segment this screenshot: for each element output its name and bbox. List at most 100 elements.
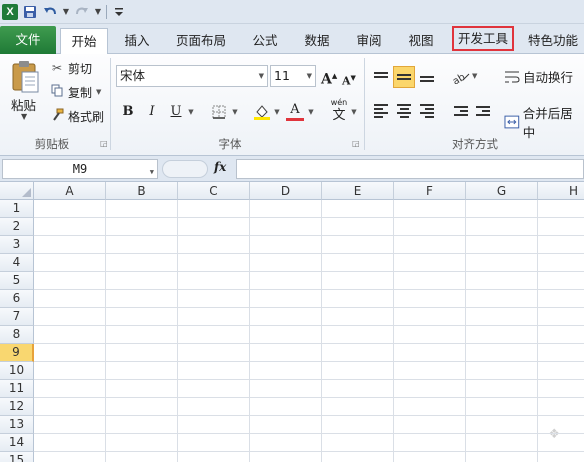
tab-special[interactable]: 特色功能 bbox=[528, 28, 584, 54]
formula-input[interactable] bbox=[236, 159, 584, 179]
formula-bar-splitter[interactable] bbox=[162, 160, 208, 178]
row-header[interactable]: 15 bbox=[0, 452, 34, 462]
align-left-icon[interactable] bbox=[370, 100, 392, 122]
font-launcher-icon[interactable]: ◲ bbox=[352, 139, 360, 148]
gridline bbox=[321, 200, 322, 462]
gridline bbox=[34, 379, 584, 380]
chevron-down-icon: ▼ bbox=[258, 72, 264, 80]
gridline bbox=[34, 397, 584, 398]
shrink-font-button[interactable]: A▼ bbox=[342, 67, 356, 89]
tab-insert[interactable]: 插入 bbox=[116, 28, 158, 54]
row-header[interactable]: 13 bbox=[0, 416, 34, 434]
row-header[interactable]: 14 bbox=[0, 434, 34, 452]
font-size-select[interactable]: 11 ▼ bbox=[270, 65, 316, 87]
watermark: ❖ bbox=[548, 427, 560, 442]
column-header[interactable]: G bbox=[466, 182, 538, 200]
fill-color-dropdown-icon[interactable]: ▼ bbox=[272, 101, 282, 123]
excel-icon[interactable]: X bbox=[2, 3, 18, 20]
format-painter-label: 格式刷 bbox=[68, 109, 105, 124]
fill-color-icon[interactable] bbox=[252, 101, 272, 123]
copy-button[interactable]: 复制 ▼ bbox=[50, 82, 101, 102]
undo-dropdown-icon[interactable]: ▼ bbox=[62, 4, 70, 20]
row-header[interactable]: 9 bbox=[0, 344, 34, 362]
align-middle-icon[interactable] bbox=[393, 66, 415, 88]
group-divider bbox=[364, 58, 365, 150]
clipboard-launcher-icon[interactable]: ◲ bbox=[100, 139, 108, 148]
select-all-button[interactable] bbox=[0, 182, 34, 200]
column-header[interactable]: C bbox=[178, 182, 250, 200]
worksheet-grid[interactable]: ❖ A B C D E F G H 1 2 3 4 5 6 7 8 9 10 11 12 13 14 15 bbox=[0, 182, 584, 462]
tab-developer[interactable]: 开发工具 bbox=[452, 26, 514, 51]
format-painter-button[interactable]: 格式刷 bbox=[50, 106, 104, 126]
gridline bbox=[34, 289, 584, 290]
tab-view[interactable]: 视图 bbox=[400, 28, 442, 54]
row-header[interactable]: 3 bbox=[0, 236, 34, 254]
wrap-text-button[interactable]: 自动换行 bbox=[504, 67, 573, 86]
borders-icon[interactable] bbox=[210, 101, 228, 123]
row-header[interactable]: 11 bbox=[0, 380, 34, 398]
row-header[interactable]: 2 bbox=[0, 218, 34, 236]
column-header[interactable]: F bbox=[394, 182, 466, 200]
tab-file[interactable]: 文件 bbox=[0, 26, 56, 54]
save-icon[interactable] bbox=[22, 4, 38, 20]
font-color-dropdown-icon[interactable]: ▼ bbox=[306, 101, 316, 123]
align-bottom-icon[interactable] bbox=[416, 66, 438, 88]
merge-center-button[interactable]: 合并后居中 bbox=[504, 103, 584, 141]
align-center-icon[interactable] bbox=[393, 100, 415, 122]
row-header[interactable]: 6 bbox=[0, 290, 34, 308]
column-header[interactable]: D bbox=[250, 182, 322, 200]
font-name-select[interactable]: 宋体 ▼ bbox=[116, 65, 268, 87]
row-header[interactable]: 8 bbox=[0, 326, 34, 344]
tab-home[interactable]: 开始 bbox=[60, 28, 108, 55]
gridline bbox=[393, 200, 394, 462]
undo-icon[interactable] bbox=[42, 4, 58, 20]
row-header[interactable]: 1 bbox=[0, 200, 34, 218]
bold-button[interactable]: B bbox=[120, 101, 136, 123]
phonetic-dropdown-icon[interactable]: ▼ bbox=[349, 101, 359, 123]
cut-button[interactable]: ✂ 剪切 bbox=[50, 58, 92, 78]
redo-icon[interactable] bbox=[74, 4, 90, 20]
insert-function-button[interactable]: fx bbox=[214, 160, 226, 174]
tab-page-layout[interactable]: 页面布局 bbox=[168, 28, 234, 54]
underline-dropdown-icon[interactable]: ▼ bbox=[186, 101, 196, 123]
name-box[interactable]: M9 ▼ bbox=[2, 159, 158, 179]
alignment-group-label: 对齐方式 bbox=[452, 137, 498, 151]
row-header[interactable]: 5 bbox=[0, 272, 34, 290]
column-header[interactable]: B bbox=[106, 182, 178, 200]
copy-dropdown-icon[interactable]: ▼ bbox=[96, 88, 101, 96]
align-top-icon[interactable] bbox=[370, 66, 392, 88]
gridline bbox=[34, 253, 584, 254]
font-color-button[interactable]: A bbox=[286, 101, 304, 121]
borders-dropdown-icon[interactable]: ▼ bbox=[230, 101, 240, 123]
font-size-value: 11 bbox=[274, 68, 290, 83]
chevron-down-icon: ▼ bbox=[306, 72, 312, 80]
phonetic-button[interactable]: 文 bbox=[330, 108, 348, 124]
group-divider bbox=[110, 58, 111, 150]
grow-font-button[interactable]: A▲ bbox=[321, 65, 337, 88]
wrap-text-icon bbox=[505, 71, 520, 82]
tab-review[interactable]: 审阅 bbox=[348, 28, 390, 54]
column-header[interactable]: E bbox=[322, 182, 394, 200]
row-header[interactable]: 10 bbox=[0, 362, 34, 380]
underline-button[interactable]: U bbox=[168, 101, 184, 123]
ribbon: 粘贴 ▼ ✂ 剪切 复制 ▼ 格式刷 剪贴板 ◲ 宋体 ▼ 11 ▼ A▲ A▼… bbox=[0, 54, 584, 156]
italic-button[interactable]: I bbox=[144, 101, 160, 123]
column-header[interactable]: H bbox=[538, 182, 584, 200]
column-header[interactable]: A bbox=[34, 182, 106, 200]
customize-icon[interactable] bbox=[111, 4, 127, 20]
tab-formulas[interactable]: 公式 bbox=[244, 28, 286, 54]
row-header[interactable]: 7 bbox=[0, 308, 34, 326]
redo-dropdown-icon[interactable]: ▼ bbox=[94, 4, 102, 20]
gridline bbox=[34, 235, 584, 236]
paste-dropdown-icon[interactable]: ▼ bbox=[21, 112, 27, 121]
row-header[interactable]: 4 bbox=[0, 254, 34, 272]
paste-icon[interactable] bbox=[10, 60, 40, 94]
orientation-dropdown-icon[interactable]: ▼ bbox=[472, 72, 477, 80]
row-header[interactable]: 12 bbox=[0, 398, 34, 416]
gridline bbox=[177, 200, 178, 462]
decrease-indent-icon[interactable] bbox=[450, 100, 472, 122]
tab-data[interactable]: 数据 bbox=[296, 28, 338, 54]
increase-indent-icon[interactable] bbox=[472, 100, 494, 122]
orientation-icon[interactable]: ab bbox=[450, 66, 472, 88]
align-right-icon[interactable] bbox=[416, 100, 438, 122]
